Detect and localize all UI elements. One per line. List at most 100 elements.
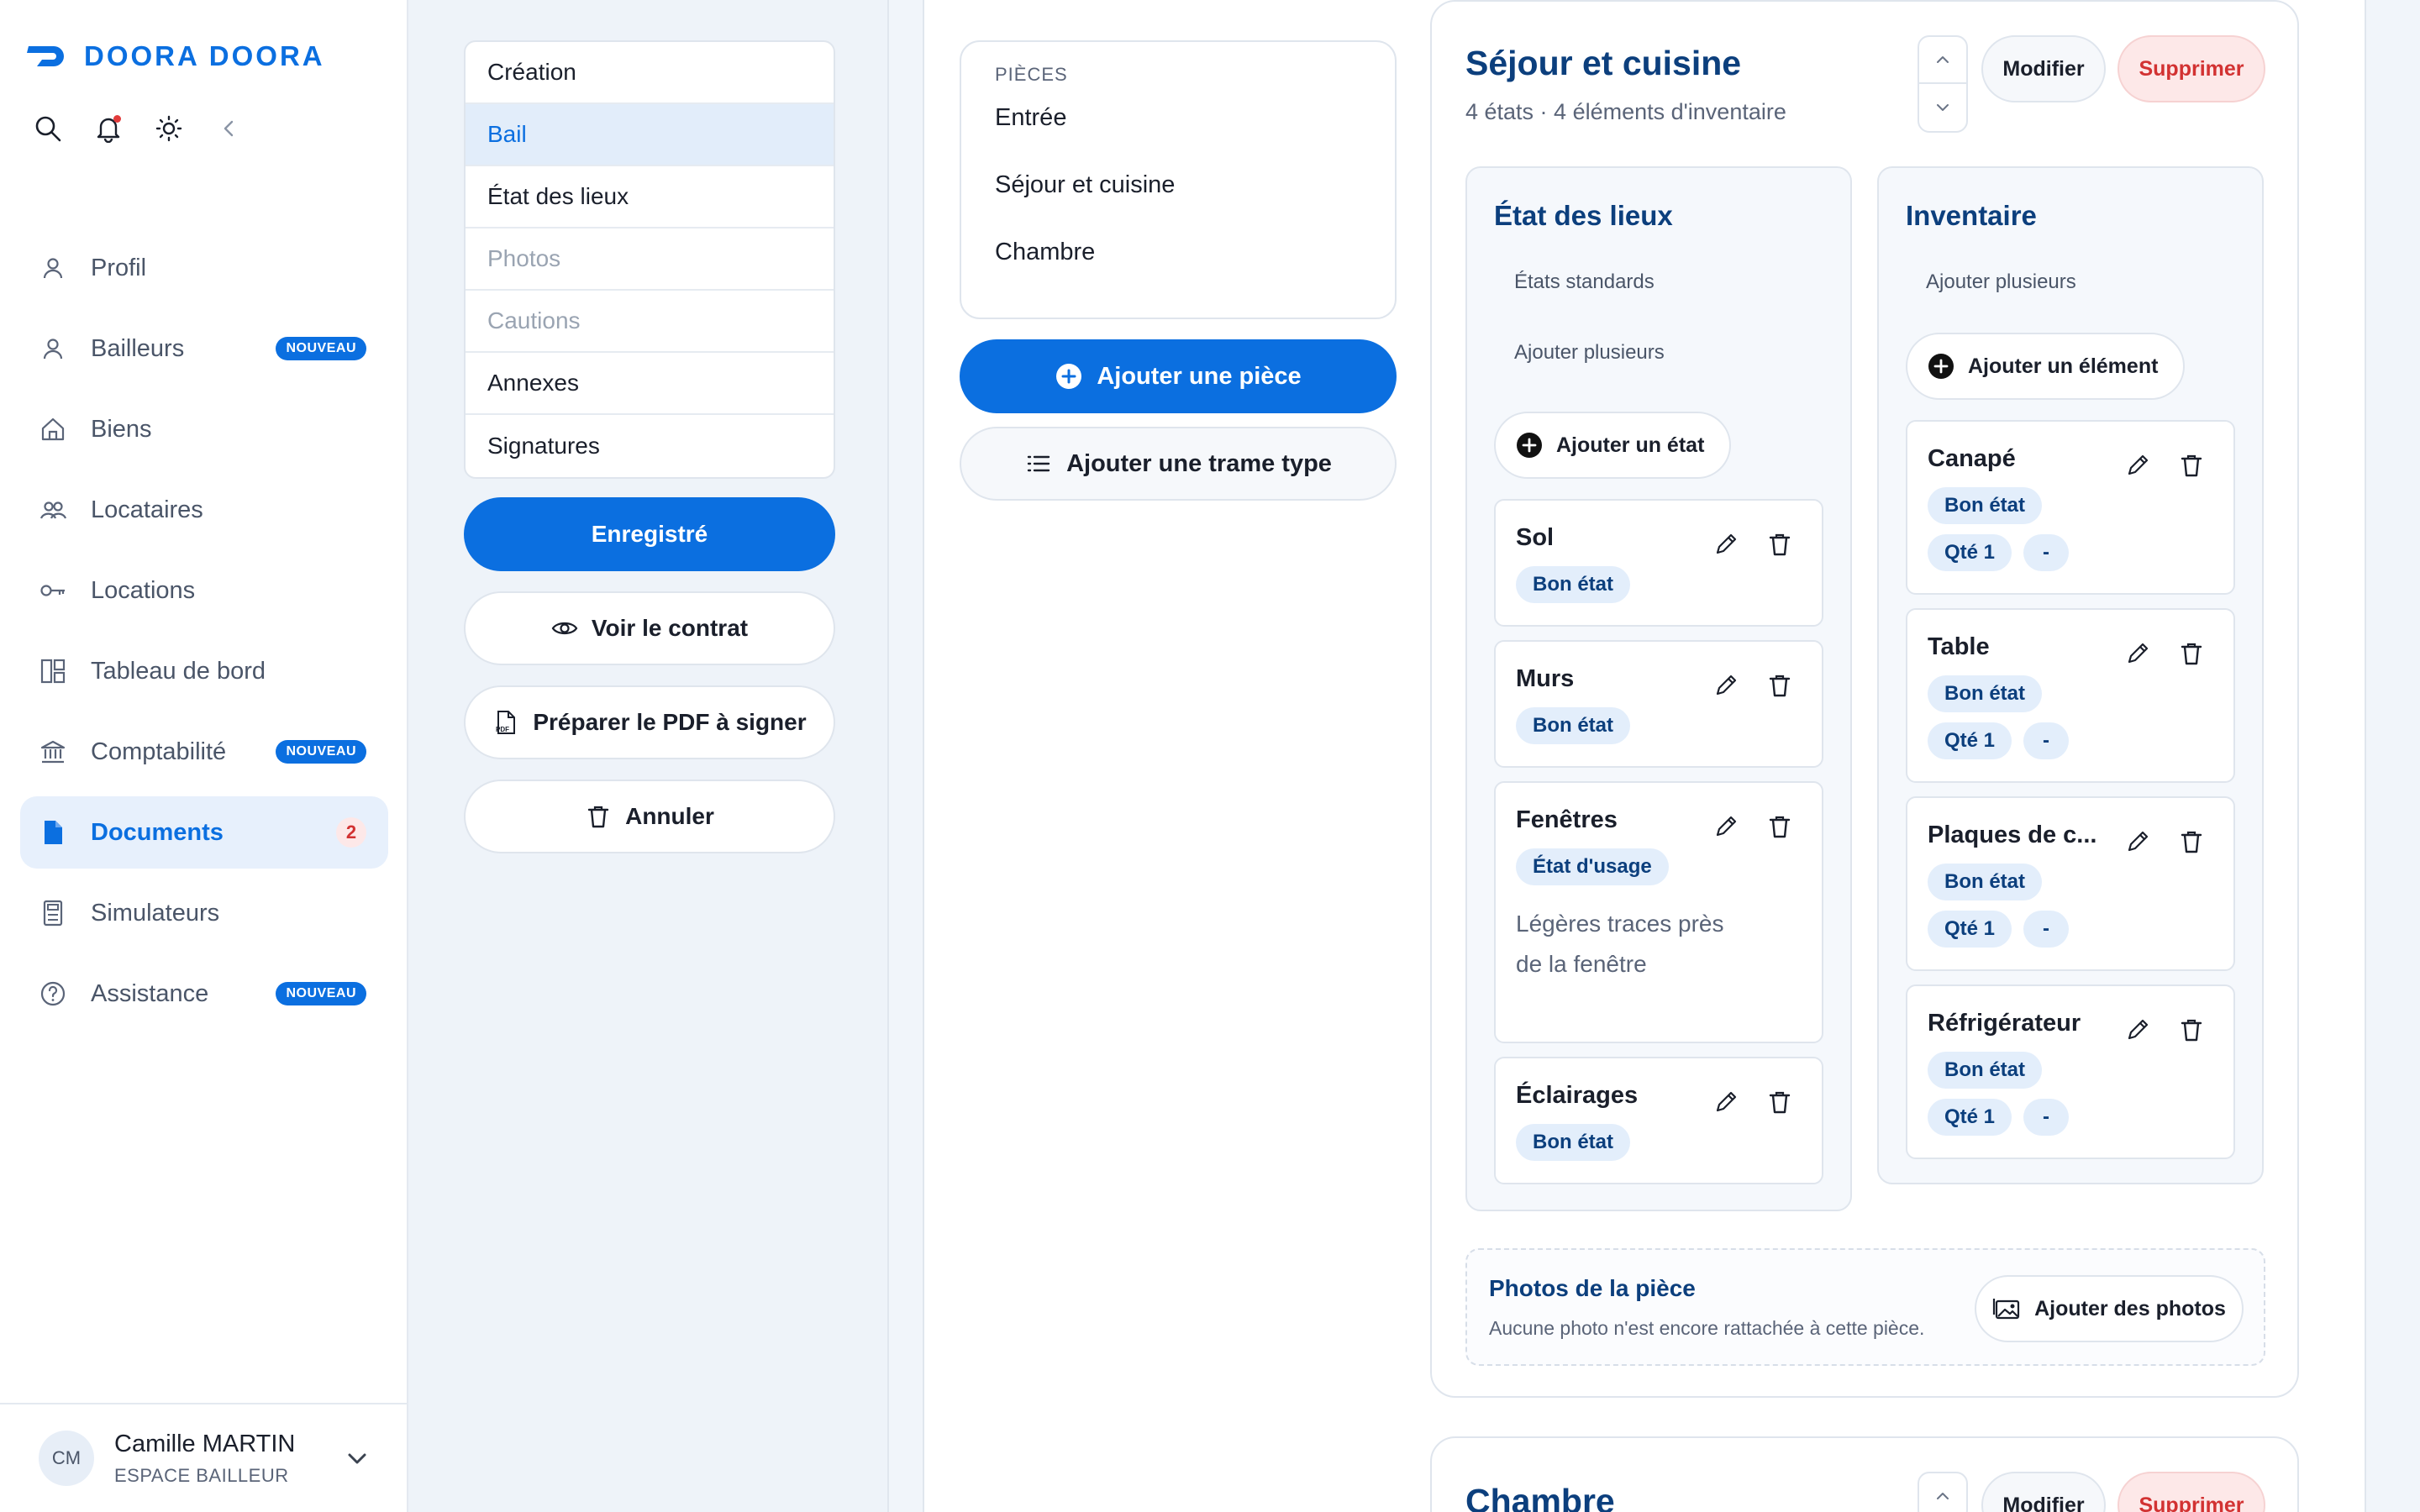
room-item-chambre[interactable]: Chambre [995, 240, 1395, 309]
key-icon [40, 585, 65, 596]
step-bail[interactable]: Bail [466, 104, 834, 166]
pencil-icon[interactable] [2124, 1016, 2151, 1043]
brand-logo[interactable]: DOORA DOORA [25, 40, 325, 72]
state-card-murs: Murs Bon état [1494, 640, 1823, 768]
nav-item-assistance[interactable]: Assistance NOUVEAU [20, 958, 388, 1030]
sidebar: DOORA DOORA Profil Bailleurs NOUVEAU Bie… [0, 0, 408, 1512]
modify-room-button[interactable]: Modifier [1981, 1472, 2106, 1512]
nav-item-profil[interactable]: Profil [20, 232, 388, 304]
nav-item-documents[interactable]: Documents 2 [20, 796, 388, 869]
inventory-item-name: Plaques de c... [1928, 822, 2097, 848]
bank-icon [40, 740, 66, 764]
chevron-left-icon[interactable] [215, 114, 244, 143]
user-menu[interactable]: CM Camille MARTIN ESPACE BAILLEUR [0, 1403, 408, 1512]
add-multiple-items-link[interactable]: Ajouter plusieurs [1926, 270, 2076, 294]
trash-icon[interactable] [1766, 1089, 1793, 1116]
documents-count-badge: 2 [336, 817, 366, 848]
reorder-control [1918, 35, 1968, 133]
trash-icon[interactable] [1766, 531, 1793, 558]
prepare-pdf-button[interactable]: PDF Préparer le PDF à signer [464, 685, 835, 759]
pdf-file-icon: PDF [496, 711, 516, 734]
reorder-control [1918, 1472, 1968, 1512]
plus-circle-icon [1928, 354, 1954, 379]
nav-item-tableau-de-bord[interactable]: Tableau de bord [20, 635, 388, 707]
nav-item-simulateurs[interactable]: Simulateurs [20, 877, 388, 949]
state-name: Sol [1516, 524, 1555, 551]
trash-icon[interactable] [1766, 672, 1793, 699]
nav-label: Biens [91, 415, 152, 443]
step-photos[interactable]: Photos [466, 228, 834, 291]
pencil-icon[interactable] [1712, 1089, 1739, 1116]
room-item-entree[interactable]: Entrée [995, 106, 1395, 175]
pencil-icon[interactable] [2124, 452, 2151, 479]
step-etat-des-lieux[interactable]: État des lieux [466, 166, 834, 228]
user-icon [43, 258, 63, 279]
logo-icon [27, 46, 64, 66]
user-name: Camille MARTIN [114, 1430, 296, 1457]
nav-label: Simulateurs [91, 899, 220, 927]
rooms-list: PIÈCES Entrée Séjour et cuisine Chambre [960, 40, 1397, 319]
add-room-button[interactable]: Ajouter une pièce [960, 339, 1397, 413]
delete-room-button[interactable]: Supprimer [2118, 1472, 2265, 1512]
add-room-label: Ajouter une pièce [1097, 362, 1302, 390]
nav-item-locataires[interactable]: Locataires [20, 474, 388, 546]
chevron-down-icon[interactable] [343, 1444, 371, 1473]
trash-icon[interactable] [2178, 452, 2205, 479]
trash-icon[interactable] [2178, 640, 2205, 667]
inventory-panel: Inventaire Ajouter plusieurs Ajouter un … [1877, 166, 2264, 1184]
plus-circle-icon [1517, 433, 1542, 458]
move-up-button[interactable] [1919, 37, 1966, 84]
trash-icon[interactable] [2178, 828, 2205, 855]
view-contract-button[interactable]: Voir le contrat [464, 591, 835, 665]
move-up-button[interactable] [1919, 1473, 1966, 1512]
sun-icon[interactable] [155, 114, 183, 143]
cancel-button[interactable]: Annuler [464, 780, 835, 853]
add-photos-button[interactable]: Ajouter des photos [1975, 1275, 2244, 1342]
add-state-button[interactable]: Ajouter un état [1494, 412, 1732, 479]
home-icon [41, 417, 65, 441]
nav-item-locations[interactable]: Locations [20, 554, 388, 627]
step-cautions[interactable]: Cautions [466, 291, 834, 353]
pencil-icon[interactable] [1712, 813, 1739, 840]
condition-tag: Bon état [1516, 1124, 1630, 1161]
delete-room-button[interactable]: Supprimer [2118, 35, 2265, 102]
nav-item-bailleurs[interactable]: Bailleurs NOUVEAU [20, 312, 388, 385]
room-item-sejour-cuisine[interactable]: Séjour et cuisine [995, 173, 1395, 242]
extra-tag: - [2023, 1099, 2069, 1136]
avatar: CM [39, 1431, 94, 1486]
modify-room-button[interactable]: Modifier [1981, 35, 2106, 102]
trash-icon[interactable] [1766, 813, 1793, 840]
add-template-label: Ajouter une trame type [1066, 449, 1332, 477]
trash-icon[interactable] [2178, 1016, 2205, 1043]
add-template-button[interactable]: Ajouter une trame type [960, 427, 1397, 501]
nav-label: Documents [91, 818, 224, 846]
step-creation[interactable]: Création [466, 42, 834, 104]
add-item-button[interactable]: Ajouter un élément [1906, 333, 2186, 400]
condition-tag: Bon état [1516, 707, 1630, 744]
step-annexes[interactable]: Annexes [466, 353, 834, 415]
add-multiple-states-link[interactable]: Ajouter plusieurs [1514, 341, 1665, 365]
saved-button[interactable]: Enregistré [464, 497, 835, 571]
quantity-tag: Qté 1 [1928, 1099, 2012, 1136]
pencil-icon[interactable] [1712, 672, 1739, 699]
nav-label: Bailleurs [91, 334, 185, 362]
pencil-icon[interactable] [2124, 640, 2151, 667]
room-title: Chambre [1465, 1482, 1615, 1512]
bell-icon[interactable] [94, 114, 123, 143]
item-actions [2124, 1016, 2205, 1043]
pencil-icon[interactable] [1712, 531, 1739, 558]
inventory-panel-title: Inventaire [1906, 200, 2037, 231]
pencil-icon[interactable] [2124, 828, 2151, 855]
search-icon[interactable] [34, 114, 62, 143]
quantity-tag: Qté 1 [1928, 722, 2012, 759]
nav-item-comptabilite[interactable]: Comptabilité NOUVEAU [20, 716, 388, 788]
nav-item-biens[interactable]: Biens [20, 393, 388, 465]
chevron-up-icon [1937, 56, 1949, 63]
document-steps-column: Création Bail État des lieux Photos Caut… [408, 0, 889, 1512]
main-nav: Profil Bailleurs NOUVEAU Biens Locataire… [20, 232, 388, 1038]
step-signatures[interactable]: Signatures [466, 415, 834, 477]
state-name: Murs [1516, 665, 1575, 692]
move-down-button[interactable] [1919, 84, 1966, 131]
standard-states-link[interactable]: États standards [1514, 270, 1655, 294]
notification-dot [113, 115, 121, 123]
